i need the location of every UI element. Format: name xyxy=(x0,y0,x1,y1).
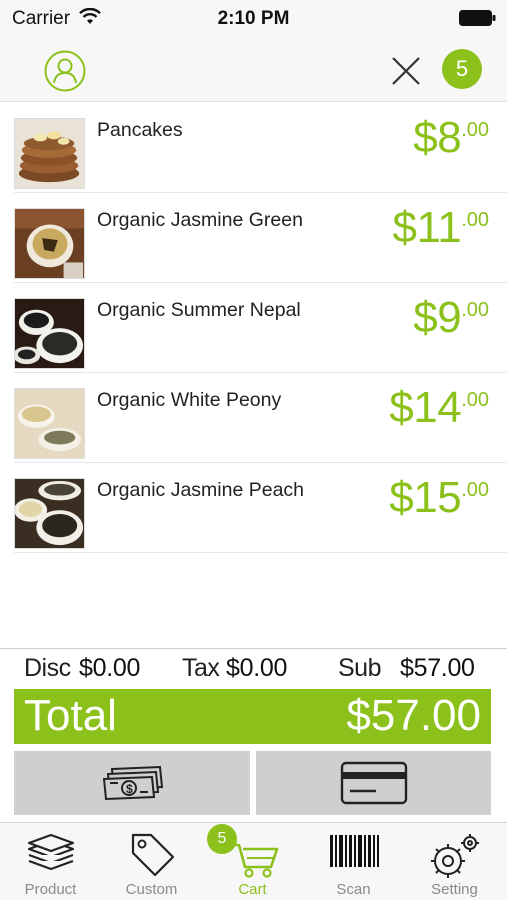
pay-cash-button[interactable]: $ xyxy=(14,751,250,815)
tab-label: Product xyxy=(24,881,77,898)
item-name: Organic Jasmine Green xyxy=(97,209,303,231)
battery-icon xyxy=(459,10,496,26)
total-value: $57.00 xyxy=(346,691,481,740)
cart-item-row[interactable]: Organic White Peony $14.00 xyxy=(14,373,507,463)
tab-setting[interactable]: Setting xyxy=(404,823,505,900)
item-price: $15.00 xyxy=(389,473,489,522)
nav-header: 5 xyxy=(0,38,507,102)
pay-card-button[interactable] xyxy=(256,751,491,815)
tab-label: Setting xyxy=(431,881,478,898)
gear-icon xyxy=(430,834,479,878)
tag-icon xyxy=(131,833,174,877)
item-price: $9.00 xyxy=(413,293,489,342)
tab-label: Scan xyxy=(336,881,371,898)
barcode-icon xyxy=(329,835,379,867)
cart-item-row[interactable]: Organic Jasmine Green $11.00 xyxy=(14,193,507,283)
tab-custom[interactable]: Custom xyxy=(101,823,202,900)
tab-product[interactable]: Product xyxy=(0,823,101,900)
total-label: Total xyxy=(24,691,117,740)
item-name: Organic White Peony xyxy=(97,389,282,411)
tab-scan[interactable]: Scan xyxy=(303,823,404,900)
item-name: Organic Summer Nepal xyxy=(97,299,301,321)
total-bar: Total $57.00 xyxy=(14,689,491,744)
cart-list: Pancakes $8.00 Organic Jasmine Green $11… xyxy=(0,103,507,553)
sub-label: Sub xyxy=(338,654,381,682)
tea-cup-photo xyxy=(14,388,85,459)
tab-bar: Product Custom Cart Scan Setting xyxy=(0,822,507,900)
cart-tab-badge: 5 xyxy=(207,824,237,854)
tab-label: Custom xyxy=(125,881,178,898)
tab-label: Cart xyxy=(238,881,267,898)
user-icon[interactable] xyxy=(44,50,86,92)
item-price: $11.00 xyxy=(392,203,489,252)
item-name: Pancakes xyxy=(97,119,183,141)
tea-cup-photo xyxy=(14,208,85,279)
clock: 2:10 PM xyxy=(217,8,290,29)
item-name: Organic Jasmine Peach xyxy=(97,479,305,501)
item-price: $14.00 xyxy=(389,383,489,432)
tax-value: $0.00 xyxy=(226,654,288,682)
status-bar: Carrier 2:10 PM xyxy=(0,0,507,38)
item-price: $8.00 xyxy=(413,113,489,162)
tea-leaves-photo xyxy=(14,298,85,369)
credit-card-icon xyxy=(340,761,407,805)
disc-label: Disc xyxy=(24,654,71,682)
pancakes-photo xyxy=(14,118,85,189)
tax-label: Tax xyxy=(182,654,220,682)
tea-bowls-photo xyxy=(14,478,85,549)
cart-item-row[interactable]: Organic Jasmine Peach $15.00 xyxy=(14,463,507,553)
cash-icon: $ xyxy=(102,765,164,801)
cart-item-row[interactable]: Pancakes $8.00 xyxy=(14,103,507,193)
layers-icon xyxy=(27,833,74,871)
cart-item-row[interactable]: Organic Summer Nepal $9.00 xyxy=(14,283,507,373)
disc-value: $0.00 xyxy=(79,654,141,682)
svg-text:$: $ xyxy=(126,782,133,796)
cart-count-badge[interactable]: 5 xyxy=(442,49,482,89)
sub-value: $57.00 xyxy=(400,654,475,682)
close-icon[interactable] xyxy=(388,53,424,89)
totals-summary: Disc $0.00 Tax $0.00 Sub $57.00 xyxy=(0,648,507,688)
